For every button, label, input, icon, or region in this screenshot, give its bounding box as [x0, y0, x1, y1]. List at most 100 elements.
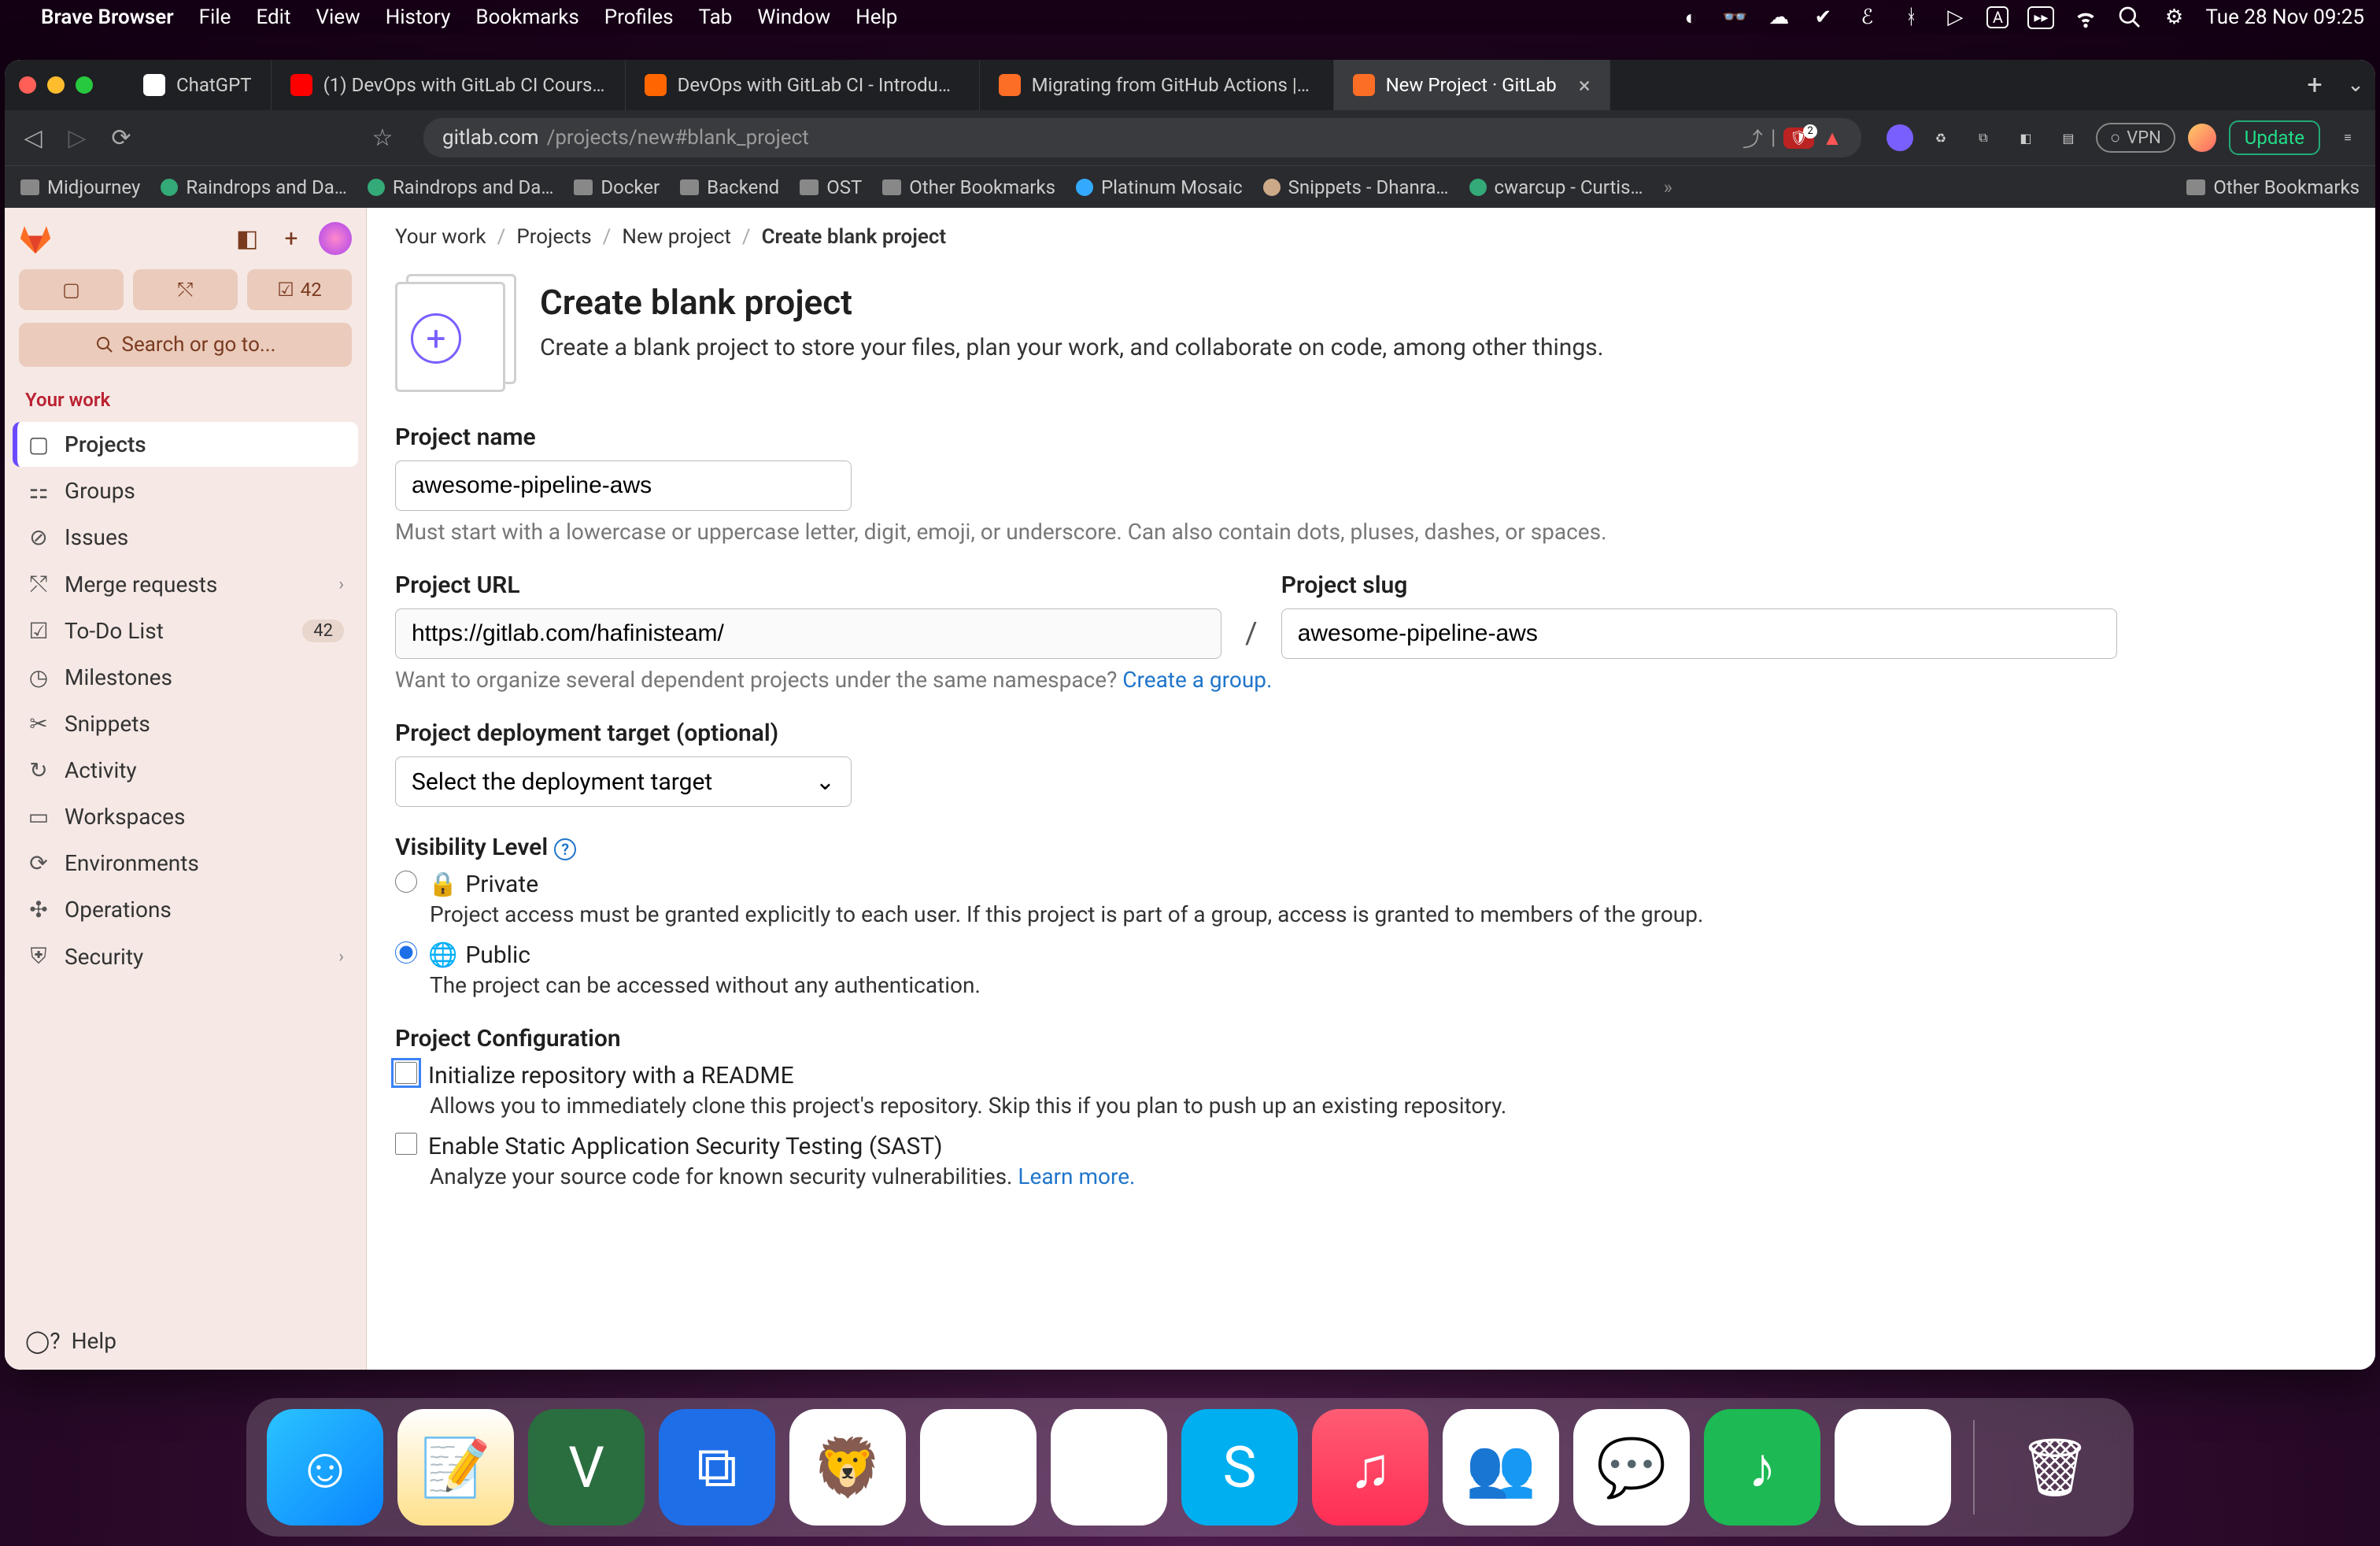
hamburger-menu-icon[interactable]: ≡: [2333, 123, 2363, 153]
menubar-app[interactable]: Brave Browser: [41, 6, 174, 29]
close-tab-icon[interactable]: ×: [1579, 72, 1591, 98]
menu-help[interactable]: Help: [856, 6, 897, 29]
sidebar-collapse-icon[interactable]: ◧: [231, 222, 264, 255]
dock-zalo-icon[interactable]: Z: [1051, 1409, 1167, 1526]
sidebar-item-security[interactable]: ⛨Security›: [13, 934, 358, 979]
menu-history[interactable]: History: [386, 6, 451, 29]
ext-icon-1[interactable]: [1887, 124, 1913, 151]
tab-overflow-button[interactable]: ⌄: [2336, 73, 2375, 97]
brave-rewards-icon[interactable]: ▲: [1822, 126, 1842, 150]
gitlab-logo-icon[interactable]: [19, 222, 52, 255]
readme-checkbox[interactable]: [395, 1062, 417, 1084]
profile-avatar[interactable]: [2188, 124, 2216, 152]
dock-notes-icon[interactable]: 📝: [397, 1409, 514, 1526]
wifi-icon[interactable]: [2073, 5, 2098, 30]
crumb-2[interactable]: Projects: [516, 225, 591, 249]
visibility-private-radio[interactable]: [395, 871, 417, 893]
minimize-window-button[interactable]: [47, 76, 65, 94]
sidebar-item-operations[interactable]: ✣Operations: [13, 887, 358, 932]
bookmark-item[interactable]: Raindrops and Da…: [161, 176, 347, 198]
vpn-button[interactable]: ○VPN: [2096, 123, 2175, 153]
sidebar-plus-icon[interactable]: +: [275, 222, 308, 255]
sidebar-search[interactable]: Search or go to...: [19, 323, 352, 367]
status-icon-script[interactable]: ℰ: [1854, 5, 1879, 30]
menubar-clock[interactable]: Tue 28 Nov 09:25: [2205, 6, 2364, 29]
bookmark-item[interactable]: Docker: [574, 176, 660, 198]
visibility-private-label[interactable]: 🔒Private: [428, 871, 538, 898]
dock-outlook-icon[interactable]: ✉: [920, 1409, 1037, 1526]
browser-tab[interactable]: ChatGPT: [124, 60, 272, 110]
status-icon-check[interactable]: ✔: [1810, 5, 1835, 30]
crumb-3[interactable]: New project: [622, 225, 730, 249]
menu-window[interactable]: Window: [757, 6, 830, 29]
ext-icon-2[interactable]: ♻: [1926, 123, 1956, 153]
update-button[interactable]: Update: [2229, 120, 2320, 155]
dock-chrome-icon[interactable]: ◉: [1835, 1409, 1951, 1526]
close-window-button[interactable]: [19, 76, 36, 94]
menu-file[interactable]: File: [199, 6, 231, 29]
dock-brave-icon[interactable]: 🦁: [789, 1409, 906, 1526]
create-group-link[interactable]: Create a group.: [1122, 667, 1272, 693]
battery-icon[interactable]: ▸▸: [2027, 6, 2054, 29]
deploy-target-select[interactable]: Select the deployment target ⌄: [395, 756, 852, 807]
bookmark-star-button[interactable]: ☆: [367, 122, 398, 153]
project-slug-input[interactable]: [1281, 608, 2117, 659]
sidebar-pill-todo[interactable]: ☑ 42: [247, 269, 352, 310]
browser-tab[interactable]: (1) DevOps with GitLab CI Course -: [272, 60, 626, 110]
menu-view[interactable]: View: [316, 6, 360, 29]
bookmark-item[interactable]: Midjourney: [20, 176, 140, 198]
bookmark-item[interactable]: cwarcup - Curtis…: [1469, 176, 1643, 198]
browser-tab[interactable]: Migrating from GitHub Actions | GitL: [980, 60, 1334, 110]
play-icon[interactable]: ▷: [1942, 5, 1968, 30]
sidebar-pill-issues[interactable]: ▢: [19, 269, 124, 310]
forward-button[interactable]: ▷: [61, 122, 93, 153]
browser-tab[interactable]: DevOps with GitLab CI - Introductio: [626, 60, 980, 110]
status-icon-cloud[interactable]: ☁: [1766, 5, 1791, 30]
readme-label[interactable]: Initialize repository with a README: [428, 1062, 794, 1089]
sidebar-user-avatar[interactable]: [319, 222, 352, 255]
keyboard-lang-icon[interactable]: A: [1986, 6, 2009, 28]
bluetooth-icon[interactable]: ᚼ: [1898, 5, 1924, 30]
search-icon[interactable]: [2117, 5, 2142, 30]
bookmark-item[interactable]: OST: [800, 176, 862, 198]
new-tab-button[interactable]: +: [2293, 69, 2336, 101]
project-name-input[interactable]: [395, 460, 852, 511]
visibility-public-radio[interactable]: [395, 941, 417, 963]
dock-finder-icon[interactable]: ☺: [267, 1409, 383, 1526]
sast-label[interactable]: Enable Static Application Security Testi…: [428, 1133, 943, 1160]
crumb-1[interactable]: Your work: [395, 225, 486, 249]
menu-bookmarks[interactable]: Bookmarks: [475, 6, 578, 29]
project-url-input[interactable]: [395, 608, 1221, 659]
dock-skype-icon[interactable]: S: [1181, 1409, 1298, 1526]
sidebar-item-merge-requests[interactable]: ⤲Merge requests›: [13, 561, 358, 607]
bookmark-item[interactable]: Other Bookmarks: [882, 176, 1055, 198]
dock-vscode-icon[interactable]: ⧉: [659, 1409, 775, 1526]
sidebar-item-snippets[interactable]: ✂Snippets: [13, 701, 358, 746]
sidebar-help[interactable]: ◯? Help: [5, 1312, 366, 1370]
status-icon-glasses[interactable]: 👓: [1722, 5, 1747, 30]
sidebar-item-groups[interactable]: ⚏Groups: [13, 468, 358, 513]
help-icon[interactable]: ?: [554, 838, 576, 860]
visibility-public-label[interactable]: 🌐Public: [428, 941, 530, 969]
sidebar-item-workspaces[interactable]: ▭Workspaces: [13, 794, 358, 839]
reader-icon[interactable]: ▤: [2053, 123, 2083, 153]
bookmark-item[interactable]: Backend: [680, 176, 779, 198]
control-center-icon[interactable]: ⚙: [2161, 5, 2186, 30]
sast-learn-more-link[interactable]: Learn more.: [1018, 1163, 1135, 1189]
dock-messenger-icon[interactable]: 💬: [1573, 1409, 1690, 1526]
browser-tab[interactable]: New Project · GitLab×: [1334, 60, 1610, 110]
dock-music-icon[interactable]: ♫: [1312, 1409, 1428, 1526]
reload-button[interactable]: ⟳: [105, 122, 137, 153]
dock-spotify-icon[interactable]: ♪: [1704, 1409, 1820, 1526]
extensions-icon[interactable]: ⧉: [1968, 123, 1998, 153]
bookmark-item[interactable]: Raindrops and Da…: [368, 176, 554, 198]
status-icon-1[interactable]: ◐: [1678, 5, 1703, 30]
brave-shields-icon[interactable]: 🛡2: [1783, 128, 1814, 149]
sidebar-item-milestones[interactable]: ◷Milestones: [13, 655, 358, 700]
dock-trash-icon[interactable]: 🗑: [1997, 1409, 2113, 1526]
other-bookmarks-button[interactable]: Other Bookmarks: [2186, 176, 2360, 198]
sast-checkbox[interactable]: [395, 1133, 417, 1155]
sidebar-item-projects[interactable]: ▢Projects: [13, 422, 358, 467]
bookmark-item[interactable]: Platinum Mosaic: [1076, 176, 1243, 198]
menu-tab[interactable]: Tab: [699, 6, 733, 29]
